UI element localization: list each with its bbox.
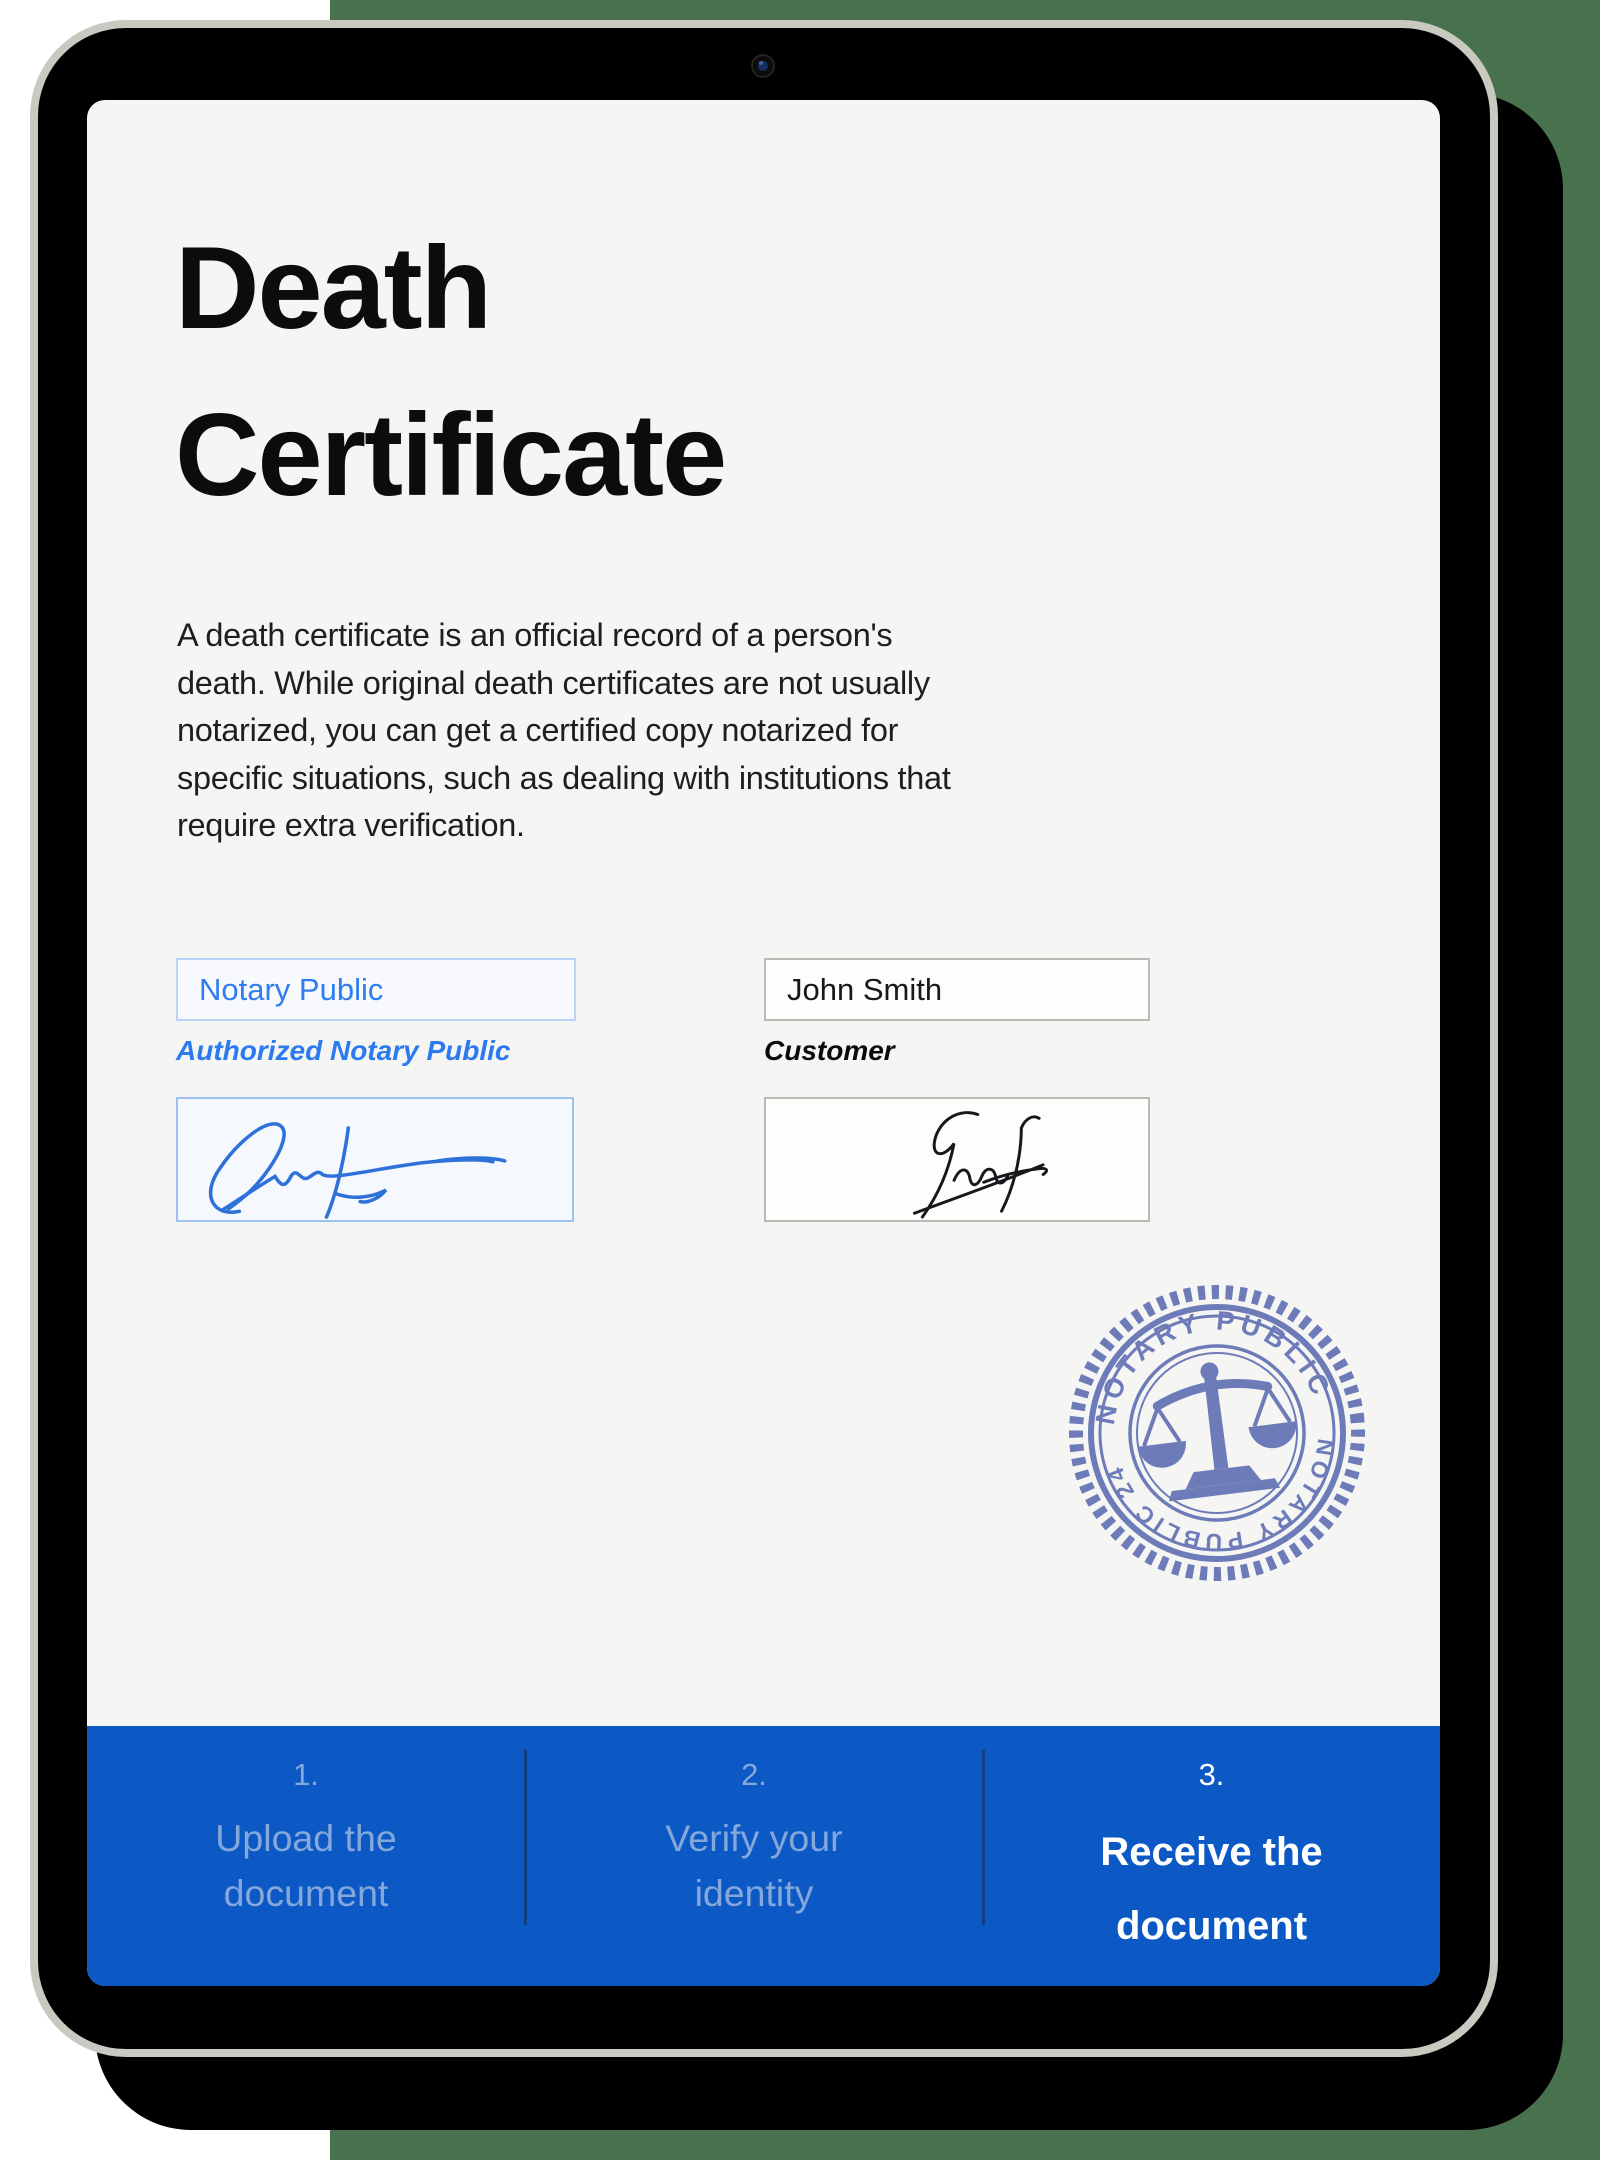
progress-steps-bar: 1. Upload the document 2. Verify your id…: [87, 1726, 1440, 1986]
step-number: 1.: [293, 1758, 319, 1791]
step-divider: [524, 1750, 527, 1925]
description-line: require extra verification.: [177, 802, 951, 850]
notary-signature-field[interactable]: [176, 1097, 574, 1222]
step-divider: [982, 1750, 985, 1925]
notary-stamp-seal: NOTARY PUBLIC NOTARY PUBLIC 24: [1044, 1260, 1389, 1605]
description-line: death. While original death certificates…: [177, 660, 951, 708]
authorized-notary-label: Authorized Notary Public: [176, 1034, 510, 1068]
customer-signature-field[interactable]: [764, 1097, 1150, 1222]
document-description: A death certificate is an official recor…: [177, 612, 951, 850]
step-verify-identity[interactable]: 2. Verify your identity: [525, 1726, 983, 1986]
scales-of-justice-icon: [1129, 1353, 1304, 1505]
notary-signature: [178, 1099, 572, 1220]
step-number: 3.: [1199, 1758, 1225, 1791]
step-label: Receive the document: [1057, 1815, 1367, 1963]
customer-name-field[interactable]: John Smith: [764, 958, 1150, 1021]
step-label: Verify your identity: [624, 1811, 884, 1921]
customer-signature: [766, 1099, 1148, 1220]
description-line: specific situations, such as dealing wit…: [177, 755, 951, 803]
description-line: A death certificate is an official recor…: [177, 612, 951, 660]
step-number: 2.: [741, 1758, 767, 1791]
step-receive-document[interactable]: 3. Receive the document: [983, 1726, 1440, 1986]
front-camera-icon: [751, 54, 775, 78]
page-title: Death Certificate: [175, 204, 995, 538]
step-label: Upload the document: [176, 1811, 436, 1921]
tablet-screen: Death Certificate A death certificate is…: [87, 100, 1440, 1986]
step-upload-document[interactable]: 1. Upload the document: [87, 1726, 525, 1986]
description-line: notarized, you can get a certified copy …: [177, 707, 951, 755]
notary-name-field[interactable]: Notary Public: [176, 958, 576, 1021]
customer-label: Customer: [764, 1034, 895, 1068]
page-background: Death Certificate A death certificate is…: [0, 0, 1600, 2160]
camera-glint: [759, 61, 763, 65]
